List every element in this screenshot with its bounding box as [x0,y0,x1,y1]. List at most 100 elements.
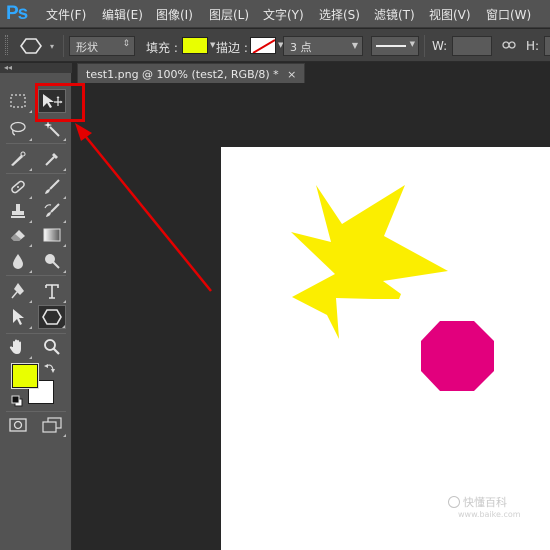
gradient-icon [43,228,61,242]
menu-select[interactable]: 选择(S) [319,6,360,23]
document-tab[interactable]: test1.png @ 100% (test2, RGB/8) * × [77,63,306,83]
hand-tool[interactable] [4,335,32,359]
hexagon-icon [42,309,62,325]
stroke-width-value: 3 点 [290,41,312,54]
fill-label: 填充 : [146,41,178,55]
watermark: 快懂百科 [448,494,507,510]
dodge-icon [45,254,60,269]
type-icon [45,284,59,299]
link-icon[interactable] [502,39,516,51]
brush-select-icon [11,151,26,166]
divider [6,411,66,412]
close-icon[interactable]: × [287,68,296,81]
lasso-tool[interactable] [4,117,32,141]
spot-healing-tool[interactable] [4,175,32,199]
drop-icon [13,254,23,269]
canvas-artwork [291,185,494,391]
options-grip[interactable] [5,35,8,55]
divider [6,143,66,144]
eraser-tool[interactable] [4,223,32,247]
eyedropper-icon [45,153,58,166]
options-bar: ▾ 形状 ⇕ 填充 : ▼ 描边 : ▼ 3 点 ▼ ▼ W: H: [0,29,550,62]
divider [6,275,66,276]
eyedropper-tool[interactable] [38,147,66,171]
watermark-url: www.baike.com [458,510,521,519]
gradient-tool[interactable] [38,223,66,247]
hexagon-icon [20,38,42,54]
bandage-icon [11,180,25,194]
marquee-icon [10,94,26,108]
quick-mask-icon [9,418,27,432]
width-input[interactable] [452,36,492,56]
document-tab-title: test1.png @ 100% (test2, RGB/8) * [86,68,279,81]
width-label: W: [432,39,448,53]
foreground-color-swatch[interactable] [11,363,39,389]
polygon-tool[interactable] [38,305,66,329]
menu-view[interactable]: 视图(V) [429,6,471,23]
clone-stamp-tool[interactable] [4,199,32,223]
divider [6,173,66,174]
stroke-width-field[interactable]: 3 点 ▼ [283,36,363,56]
rectangular-marquee-tool[interactable] [4,89,32,113]
lasso-icon [10,121,26,136]
stroke-label: 描边 : [216,41,248,55]
divider [6,333,66,334]
watermark-logo-icon [448,496,460,508]
stroke-color-swatch[interactable] [250,37,276,54]
menu-window[interactable]: 窗口(W) [486,6,531,23]
chevron-down-icon: ▼ [351,41,358,50]
menu-image[interactable]: 图像(I) [156,6,193,23]
screen-mode-button[interactable] [38,413,66,437]
menu-edit[interactable]: 编辑(E) [102,6,143,23]
chevron-down-icon: ▾ [50,42,55,51]
divider [63,35,64,57]
history-brush-icon [44,203,60,217]
menu-bar: Ps 文件(F) 编辑(E) 图像(I) 图层(L) 文字(Y) 选择(S) 滤… [0,0,550,28]
blur-tool[interactable] [4,249,32,273]
menu-filter[interactable]: 滤镜(T) [374,6,415,23]
stroke-line-preview [376,45,406,47]
history-brush-tool[interactable] [38,199,66,223]
magic-wand-icon [44,121,60,137]
mode-select[interactable]: 形状 ⇕ [69,36,135,56]
height-label: H: [526,39,540,53]
magenta-octagon-shape [421,321,494,391]
quick-mask-button[interactable] [4,413,32,437]
yellow-star-shape [291,185,448,339]
toolbox [0,73,72,550]
updown-icon: ⇕ [122,39,130,49]
fill-color-swatch[interactable] [182,37,208,54]
swap-colors-icon[interactable] [44,362,56,376]
divider [424,35,425,57]
default-colors-icon[interactable] [11,395,23,407]
menu-type[interactable]: 文字(Y) [263,6,304,23]
menu-file[interactable]: 文件(F) [46,6,86,23]
stamp-icon [11,204,25,218]
pen-icon [11,283,24,299]
chevron-down-icon: ▼ [409,40,415,48]
zoom-tool[interactable] [38,335,66,359]
collapse-arrows-icon[interactable]: ◂◂ [4,63,12,72]
dodge-tool[interactable] [38,249,66,273]
document-canvas[interactable] [221,147,550,550]
arrow-pointer-icon [13,309,24,325]
quick-selection-tool[interactable] [4,147,32,171]
watermark-text: 快懂百科 [463,496,507,509]
no-color-slash-icon [252,39,275,53]
hand-icon [9,339,21,354]
chevron-down-icon[interactable]: ▼ [210,41,215,49]
eraser-icon [11,230,25,241]
brush-tool[interactable] [38,175,66,199]
menu-layer[interactable]: 图层(L) [209,6,249,23]
type-tool[interactable] [38,279,66,303]
height-input[interactable] [544,36,550,56]
brush-icon [45,179,60,194]
mode-select-value: 形状 [76,41,98,54]
pen-tool[interactable] [4,279,32,303]
tool-preset-picker[interactable]: ▾ [16,36,60,56]
photoshop-logo: Ps [6,3,28,24]
highlight-box [35,83,85,122]
stroke-style-picker[interactable]: ▼ [371,36,419,56]
screen-mode-icon [42,417,62,433]
path-selection-tool[interactable] [4,305,32,329]
